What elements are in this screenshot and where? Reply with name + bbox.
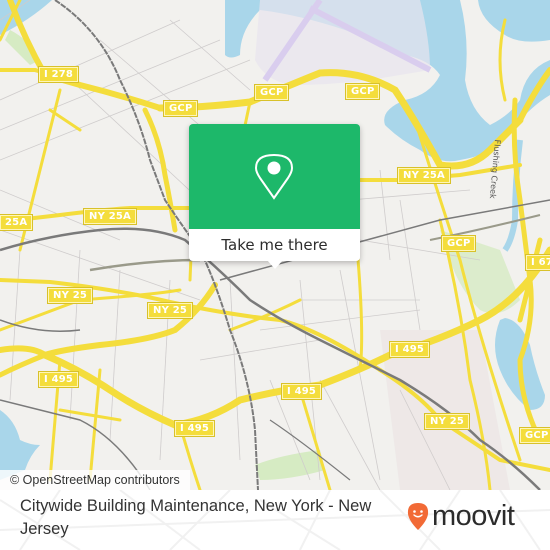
road-shield-ny25a: 25A (0, 214, 34, 231)
road-shield-i678: I 67 (525, 254, 550, 271)
road-shield-ny25: NY 25 (423, 413, 471, 430)
road-shield-ny25: NY 25 (46, 287, 94, 304)
road-shield-gcp: GCP (162, 100, 199, 117)
popup-pointer (267, 260, 283, 269)
take-me-there-button[interactable]: Take me there (189, 229, 360, 261)
road-shield-ny25: NY 25 (146, 302, 194, 319)
road-shield-i495: I 495 (280, 383, 323, 400)
footer: Citywide Building Maintenance, New York … (0, 490, 550, 550)
park-bottom (255, 450, 325, 480)
moovit-logo-text: moovit (432, 500, 515, 532)
road-shield-gcp: GCP (440, 235, 477, 252)
moovit-logo[interactable]: moovit (406, 500, 515, 532)
map-pin-icon (255, 154, 293, 200)
place-title: Citywide Building Maintenance, New York … (20, 497, 372, 538)
road-shield-i278: I 278 (37, 66, 80, 83)
map-attribution[interactable]: © OpenStreetMap contributors (0, 470, 190, 490)
map-view[interactable]: I 278 GCP GCP GCP 25A NY 25A NY 25A GCP … (0, 0, 550, 490)
road-shield-i495: I 495 (37, 371, 80, 388)
road-shield-gcp: GCP (253, 84, 290, 101)
location-popup[interactable]: Take me there (189, 124, 360, 269)
road-shield-ny25a: NY 25A (83, 208, 137, 225)
moovit-pin-icon (407, 503, 429, 530)
road-shield-ny25a: NY 25A (397, 167, 451, 184)
water-river-nw (0, 0, 52, 35)
road-shield-gcp: GCP (344, 83, 381, 100)
road-shield-i495: I 495 (388, 341, 431, 358)
take-me-there-label: Take me there (221, 236, 328, 254)
road-shield-gcp: GCP (518, 427, 550, 444)
popup-header[interactable] (189, 124, 360, 229)
road-shield-i495: I 495 (173, 420, 216, 437)
